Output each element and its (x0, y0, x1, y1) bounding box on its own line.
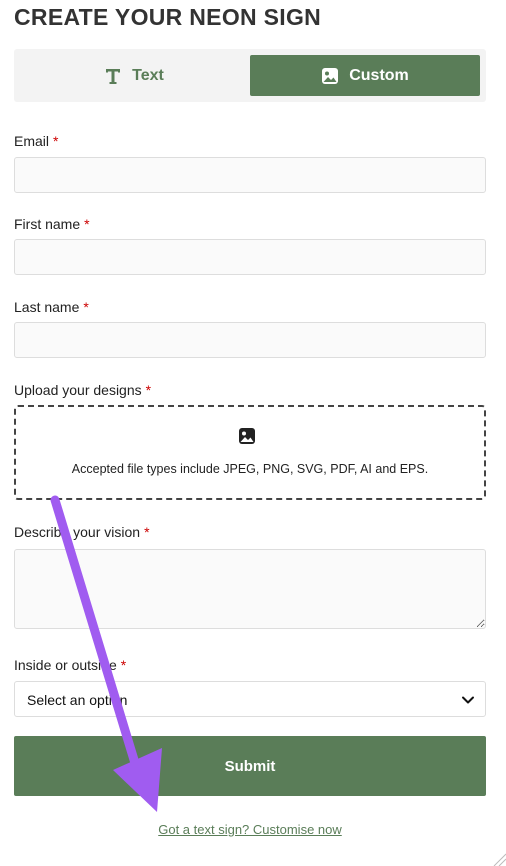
required-marker: * (120, 657, 127, 673)
vision-label: Describe your vision * (14, 524, 150, 540)
email-field[interactable] (14, 157, 486, 193)
image-icon (321, 67, 339, 85)
chevron-down-icon (461, 693, 475, 712)
upload-label: Upload your designs * (14, 382, 152, 398)
required-marker: * (53, 133, 59, 149)
first-name-label: First name * (14, 216, 90, 232)
placement-selected-value: Select an option (27, 692, 128, 708)
text-type-icon (104, 67, 122, 85)
tab-text[interactable]: Text (20, 55, 248, 96)
last-name-field[interactable] (14, 322, 486, 358)
required-marker: * (84, 216, 90, 232)
vision-textarea[interactable] (14, 549, 486, 629)
submit-button[interactable]: Submit (14, 736, 486, 796)
resize-corner-icon (493, 853, 506, 866)
required-marker: * (145, 382, 152, 398)
image-icon (238, 427, 256, 450)
email-label: Email * (14, 133, 59, 149)
placement-label: Inside or outside * (14, 657, 127, 673)
required-marker: * (83, 299, 89, 315)
upload-dropzone[interactable]: Accepted file types include JPEG, PNG, S… (14, 405, 486, 500)
page-title: CREATE YOUR NEON SIGN (14, 4, 322, 30)
first-name-field[interactable] (14, 239, 486, 275)
customise-now-link[interactable]: Got a text sign? Customise now (0, 822, 500, 837)
tab-custom-label: Custom (349, 66, 409, 84)
required-marker: * (144, 524, 150, 540)
last-name-label: Last name * (14, 299, 89, 315)
design-mode-tabs: Text Custom (14, 49, 486, 102)
tab-text-label: Text (132, 66, 164, 84)
placement-select[interactable]: Select an option (14, 681, 486, 717)
tab-custom[interactable]: Custom (250, 55, 480, 96)
upload-hint: Accepted file types include JPEG, PNG, S… (71, 462, 429, 476)
